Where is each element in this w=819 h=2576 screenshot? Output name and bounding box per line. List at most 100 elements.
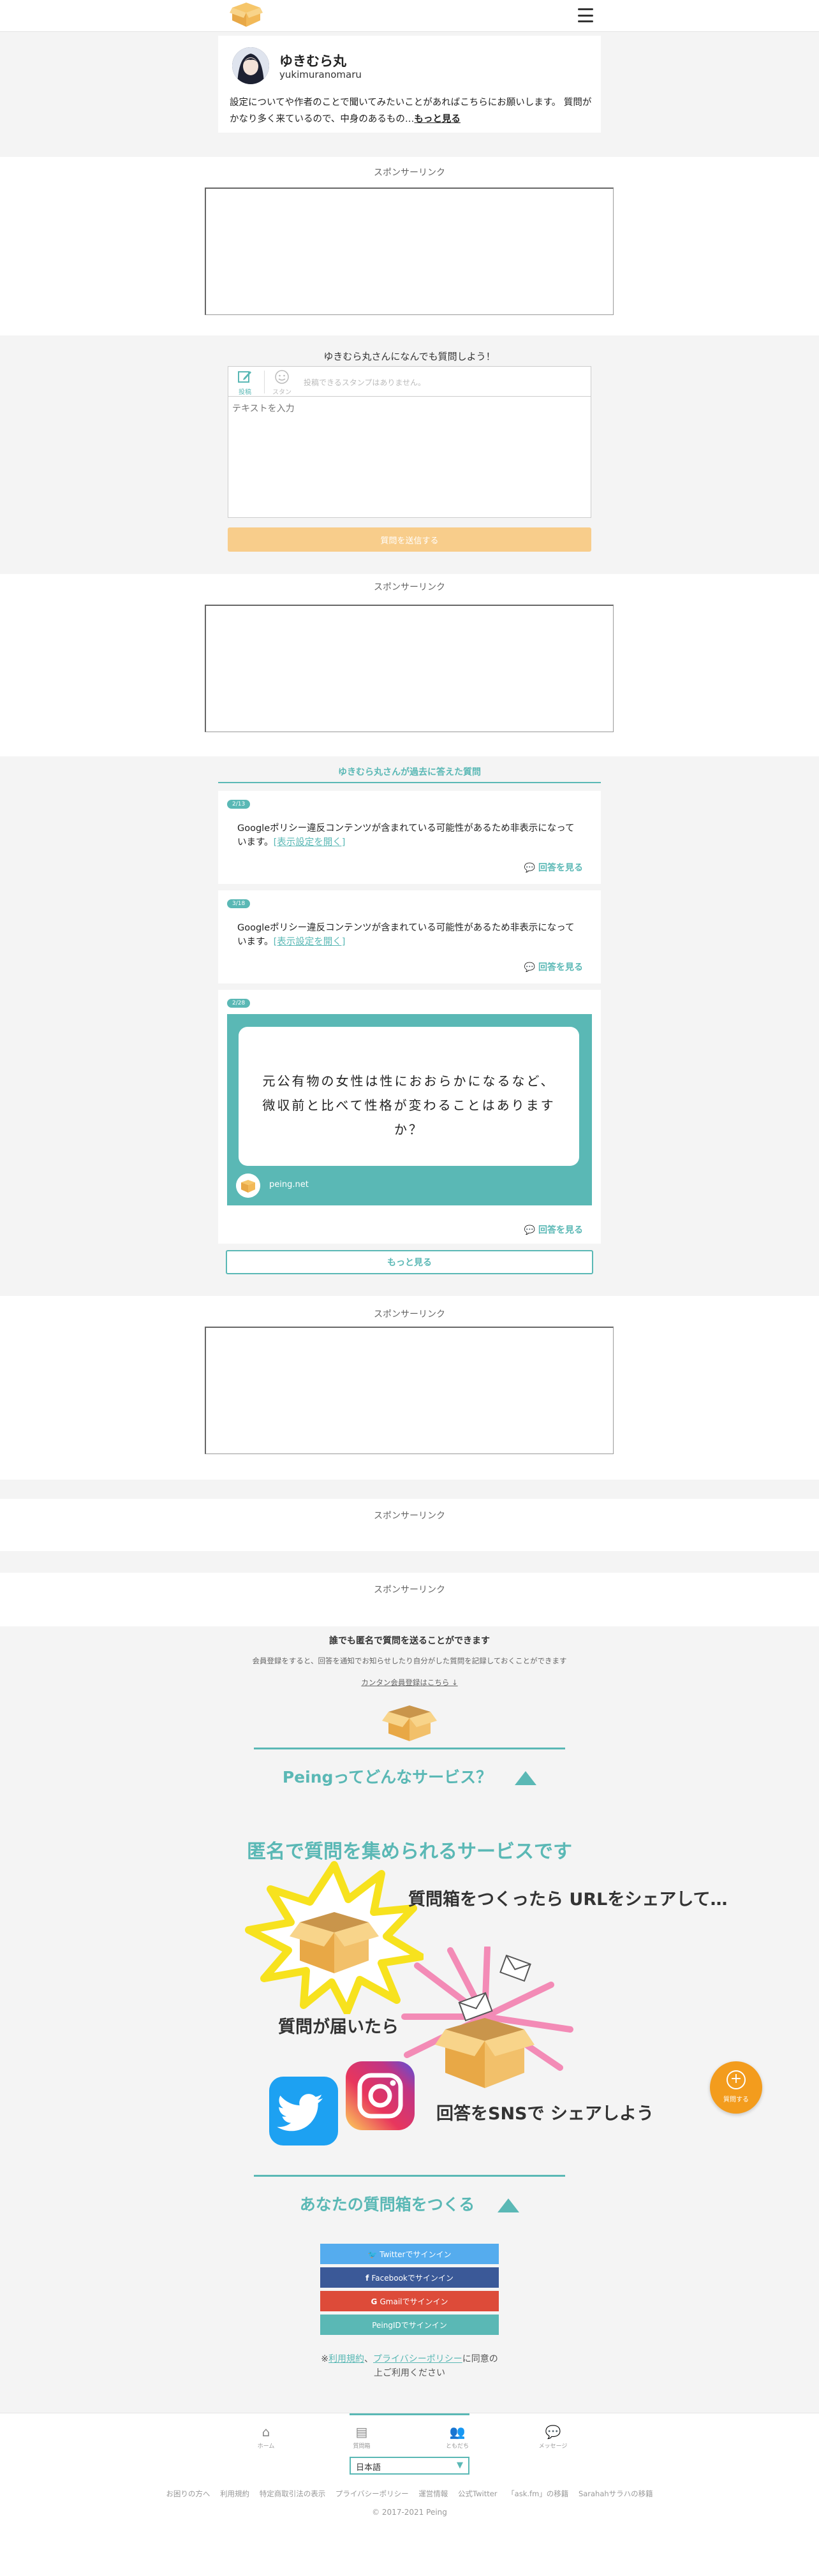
step-3-text: 回答をSNSで シェアしよう [436,2104,654,2124]
question-date: 3/18 [227,899,251,908]
view-answer-label: 回答を見る [538,962,583,973]
service-section-heading[interactable]: Peingってどんなサービス？ [254,1748,565,1801]
signup-link[interactable]: カンタン会員登録はこちら ↓ [0,1677,819,1688]
footer-link[interactable]: 公式Twitter [458,2489,498,2498]
question-text: Googleポリシー違反コンテンツが含まれている可能性があるため非表示になってい… [237,821,582,850]
display-settings-link[interactable]: [表示設定を開く] [274,937,346,947]
facebook-signin-button[interactable]: f Facebookでサインイン [320,2267,499,2288]
view-answer-label: 回答を見る [538,1225,583,1235]
service-tagline: 匿名で質問を集められるサービスです [247,1841,572,1863]
friends-icon: 👥 [449,2424,466,2440]
peingid-signin-button[interactable]: PeingIDでサインイン [320,2315,499,2335]
question-card[interactable]: 3/18 Googleポリシー違反コンテンツが含まれている可能性があるため非表示… [218,890,601,983]
google-g-icon: G [371,2297,380,2306]
nav-inbox[interactable]: ▤ 質問箱 [339,2425,384,2450]
language-select[interactable]: 日本語 ▼ [350,2457,469,2475]
chevron-down-icon: ▼ [457,2461,463,2470]
facebook-f-icon: f [365,2273,372,2283]
gmail-signin-label: Gmailでサインイン [380,2297,448,2306]
plus-icon: + [727,2070,746,2089]
peingid-signin-label: PeingIDでサインイン [372,2320,447,2330]
question-image: 元公有物の女性は性におおらかになるなど、微収前と比べて性格が変わることはあります… [227,1014,592,1205]
toolbar-divider [264,371,265,394]
view-answer-link[interactable]: 💬 回答を見る [524,960,583,973]
fab-label: 質問する [723,2096,749,2103]
display-settings-link[interactable]: [表示設定を開く] [274,837,346,848]
language-value: 日本語 [356,2463,381,2473]
nav-friends[interactable]: 👥 ともだち [435,2425,480,2450]
step-2-text: 質問が届いたら [278,2017,399,2037]
create-heading-text: あなたの質問箱をつくる [299,2195,475,2214]
footer-link[interactable]: 「ask.fm」の移籍 [507,2489,568,2498]
twitter-bird-icon: 🐦 [367,2249,380,2259]
footer-link[interactable]: 特定商取引法の表示 [260,2489,326,2498]
nav-home[interactable]: ⌂ ホーム [244,2425,288,2450]
question-card[interactable]: 2/28 元公有物の女性は性におおらかになるなど、微収前と比べて性格が変わること… [218,990,601,1244]
profile-id: yukimuranomaru [279,69,362,80]
agree-suffix: に同意の [462,2354,498,2364]
sponsor-section: スポンサーリンク [0,157,819,335]
avatar[interactable] [232,47,269,84]
ad-slot[interactable] [205,1327,614,1454]
privacy-link[interactable]: プライバシーポリシー [373,2354,462,2364]
more-questions-button[interactable]: もっと見る [226,1250,593,1274]
question-date: 2/28 [227,999,251,1008]
post-tab[interactable]: 投稿 [233,369,256,396]
ask-toolbar: 投稿 スタンプ 投稿できるスタンプはありません。 [228,366,591,406]
profile-name: ゆきむら丸 [279,54,346,69]
top-header [0,0,819,32]
question-card[interactable]: 2/13 Googleポリシー違反コンテンツが含まれている可能性があるため非表示… [218,791,601,884]
collapse-triangle-icon [498,2198,520,2212]
signup-title: 誰でも匿名で質問を送ることができます [329,1636,490,1646]
footer: ⌂ ホーム ▤ 質問箱 👥 ともだち 💬 メッセージ 日本語 ▼ お困りの方へ 利用規約 … [0,2413,819,2576]
terms-link[interactable]: 利用規約 [328,2354,364,2364]
footer-link[interactable]: Sarahahサラハの移籍 [579,2489,653,2498]
profile-description-text: 設定についてや作者のことで聞いてみたいことがあればこちらにお願いします。 質問が… [230,98,592,124]
hamburger-menu-icon[interactable] [578,8,593,22]
footer-link[interactable]: プライバシーポリシー [336,2489,409,2498]
create-section-heading[interactable]: あなたの質問箱をつくる [254,2175,565,2228]
stamp-tab[interactable]: スタンプ [270,369,293,406]
view-answer-link[interactable]: 💬 回答を見る [524,861,583,874]
profile-description: 設定についてや作者のことで聞いてみたいことがあればこちらにお願いします。 質問が… [230,94,593,128]
agree-prefix: ※ [321,2354,328,2364]
mail-box-illustration [401,1947,573,2088]
ad-slot[interactable] [205,605,614,732]
sponsor-label: スポンサーリンク [374,1585,445,1595]
view-answer-label: 回答を見る [538,863,583,873]
profile-more-link[interactable]: もっと見る [414,114,461,124]
question-image-text: 元公有物の女性は性におおらかになるなど、微収前と比べて性格が変わることはあります… [262,1073,556,1137]
footer-link[interactable]: 運営情報 [418,2489,448,2498]
sponsor-section: スポンサーリンク [0,1573,819,1626]
question-textarea[interactable] [228,397,591,518]
question-image-card: 元公有物の女性は性におおらかになるなど、微収前と比べて性格が変わることはあります… [239,1027,579,1166]
signup-subtitle: 会員登録をすると、回答を通知でお知らせしたり自分がした質問を記録しておくことがで… [252,1656,567,1665]
stamp-hint: 投稿できるスタンプはありません。 [304,378,426,387]
agree-line-2: 上ご利用ください [374,2368,445,2378]
ask-title: ゆきむら丸さんになんでも質問しよう！ [323,351,496,362]
ad-slot[interactable] [205,188,614,315]
peing-box-logo[interactable] [228,0,264,28]
pencil-square-icon [238,371,251,383]
post-tab-label: 投稿 [239,389,251,396]
sponsor-label: スポンサーリンク [374,1511,445,1521]
footer-link[interactable]: お困りの方へ [166,2489,210,2498]
sponsor-section: スポンサーリンク [0,1296,819,1480]
sponsor-label: スポンサーリンク [374,582,445,592]
twitter-signin-label: Twitterでサインイン [380,2249,452,2259]
ask-question-fab[interactable]: + 質問する [710,2061,762,2114]
twitter-signin-button[interactable]: 🐦 Twitterでサインイン [320,2244,499,2264]
twitter-icon [269,2077,338,2145]
send-question-button[interactable]: 質問を送信する [228,527,591,552]
gmail-signin-button[interactable]: G Gmailでサインイン [320,2291,499,2311]
nav-friends-label: ともだち [445,2443,469,2450]
view-answer-link[interactable]: 💬 回答を見る [524,1223,583,1236]
nav-active-indicator [350,2413,469,2415]
sponsor-section: スポンサーリンク [0,574,819,756]
home-icon: ⌂ [262,2424,270,2440]
footer-link[interactable]: 利用規約 [220,2489,249,2498]
peing-box-icon [236,1174,260,1198]
open-box-illustration [382,1705,437,1741]
nav-message[interactable]: 💬 メッセージ [531,2425,575,2450]
message-icon: 💬 [545,2424,561,2440]
